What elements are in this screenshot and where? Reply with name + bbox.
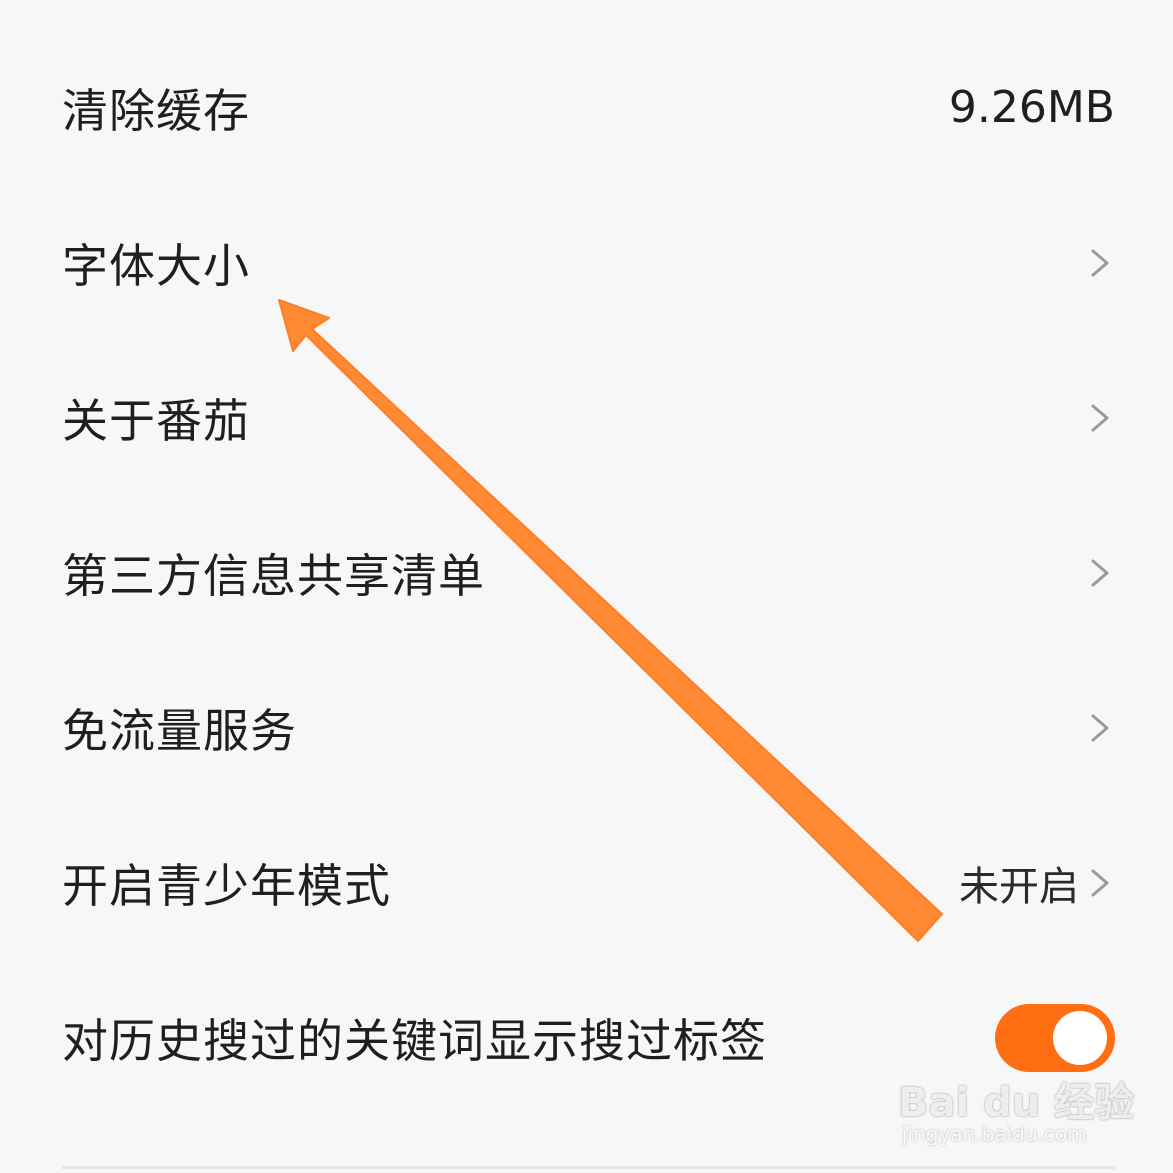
third-party-label: 第三方信息共享清单 [62,548,485,603]
search-tags-label: 对历史搜过的关键词显示搜过标签 [62,1013,767,1068]
teen-mode-label: 开启青少年模式 [62,858,391,913]
settings-row-clear-cache[interactable]: 清除缓存 9.26MB [0,30,1173,185]
cache-size-value: 9.26MB [948,82,1115,133]
chevron-right-icon [1091,869,1109,896]
settings-row-about[interactable]: 关于番茄 [0,340,1173,495]
settings-row-third-party[interactable]: 第三方信息共享清单 [0,495,1173,650]
teen-mode-status: 未开启 [959,863,1079,910]
settings-row-font-size[interactable]: 字体大小 [0,185,1173,340]
font-size-label: 字体大小 [62,238,250,293]
toggle-knob [1053,1010,1107,1065]
search-tags-toggle[interactable] [995,1003,1115,1072]
watermark-url: jingyan.baidu.com [902,1122,1087,1146]
chevron-right-icon [1091,559,1109,586]
settings-row-search-tags: 对历史搜过的关键词显示搜过标签 [0,960,1173,1115]
about-label: 关于番茄 [62,393,250,448]
chevron-right-icon [1091,404,1109,431]
settings-row-free-data[interactable]: 免流量服务 [0,650,1173,805]
chevron-right-icon [1091,249,1109,276]
free-data-label: 免流量服务 [62,703,297,758]
settings-row-teen-mode[interactable]: 开启青少年模式 未开启 [0,805,1173,960]
chevron-right-icon [1091,714,1109,741]
bottom-divider [62,1166,1115,1169]
settings-list: 清除缓存 9.26MB 字体大小 关于番茄 第三方信息共享清单 免流量服务 开启… [0,30,1173,1115]
clear-cache-label: 清除缓存 [62,83,250,138]
